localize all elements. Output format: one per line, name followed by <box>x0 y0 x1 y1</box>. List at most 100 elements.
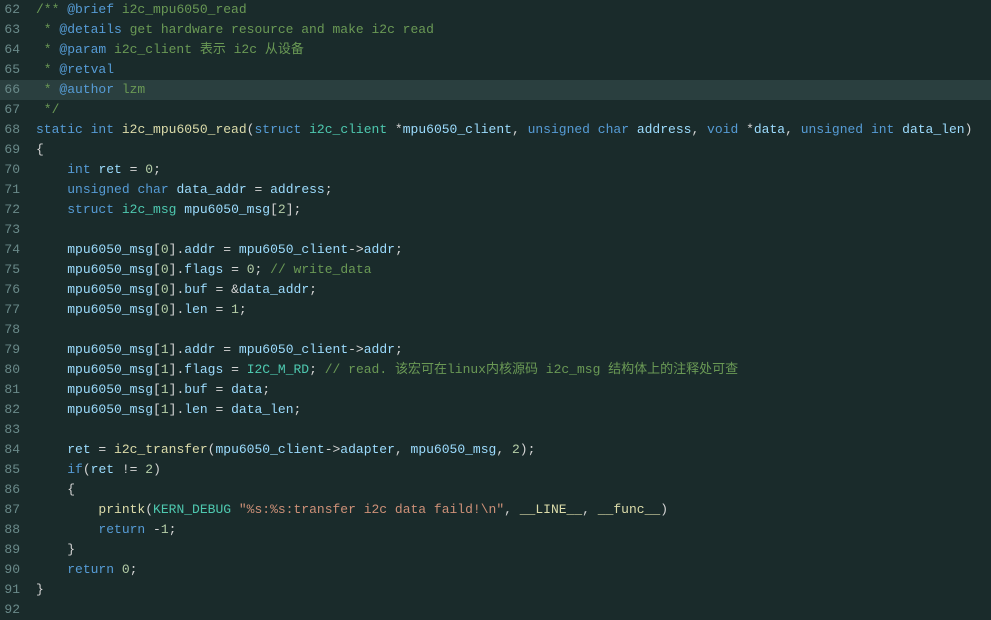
code-token: 1 <box>231 302 239 317</box>
code-token: __func__ <box>598 502 660 517</box>
code-token: "%s:%s:transfer i2c data faild!\n" <box>239 502 504 517</box>
code-token <box>36 402 67 417</box>
code-token <box>36 382 67 397</box>
code-token: -> <box>348 342 364 357</box>
line-content: * @details get hardware resource and mak… <box>36 20 983 40</box>
line-content: * @author lzm <box>36 80 983 100</box>
code-token: 2 <box>512 442 520 457</box>
code-token: addr <box>364 342 395 357</box>
code-token: unsigned <box>528 122 590 137</box>
code-token <box>36 482 67 497</box>
line-number: 82 <box>0 400 36 420</box>
code-token: return <box>98 522 145 537</box>
code-token: { <box>67 482 75 497</box>
code-token: = <box>208 402 231 417</box>
code-token <box>36 502 98 517</box>
line-number: 85 <box>0 460 36 480</box>
line-content: ret = i2c_transfer(mpu6050_client->adapt… <box>36 440 983 460</box>
code-token <box>36 522 98 537</box>
code-token: address <box>637 122 692 137</box>
code-token: = <box>216 342 239 357</box>
code-token: 0 <box>161 302 169 317</box>
table-row: 73 <box>0 220 991 240</box>
line-number: 65 <box>0 60 36 80</box>
code-token: static <box>36 122 83 137</box>
code-token: mpu6050_msg <box>67 342 153 357</box>
code-token <box>590 122 598 137</box>
code-token: @author <box>59 82 114 97</box>
code-token: ; <box>294 402 302 417</box>
line-content: return -1; <box>36 520 983 540</box>
code-token: mpu6050_msg <box>67 362 153 377</box>
code-token: , <box>691 122 707 137</box>
code-token: ; <box>130 562 138 577</box>
table-row: 89 } <box>0 540 991 560</box>
table-row: 75 mpu6050_msg[0].flags = 0; // write_da… <box>0 260 991 280</box>
code-token: @details <box>59 22 121 37</box>
code-token: [ <box>153 342 161 357</box>
code-token: = <box>223 262 246 277</box>
table-row: 68static int i2c_mpu6050_read(struct i2c… <box>0 120 991 140</box>
line-number: 84 <box>0 440 36 460</box>
line-number: 70 <box>0 160 36 180</box>
line-number: 68 <box>0 120 36 140</box>
code-token: @brief <box>67 2 114 17</box>
table-row: 91} <box>0 580 991 600</box>
line-content: { <box>36 140 983 160</box>
code-token: * <box>387 122 403 137</box>
line-content: mpu6050_msg[0].flags = 0; // write_data <box>36 260 983 280</box>
line-number: 83 <box>0 420 36 440</box>
code-token: 2 <box>145 462 153 477</box>
code-token: mpu6050_client <box>215 442 324 457</box>
code-token: mpu6050_client <box>403 122 512 137</box>
code-token: 0 <box>145 162 153 177</box>
line-content: } <box>36 540 983 560</box>
code-token: ; <box>325 182 333 197</box>
line-number: 77 <box>0 300 36 320</box>
code-token: [ <box>153 282 161 297</box>
table-row: 65 * @retval <box>0 60 991 80</box>
code-token <box>863 122 871 137</box>
line-number: 74 <box>0 240 36 260</box>
code-token: // read. 该宏可在linux内核源码 i2c_msg 结构体上的注释处可… <box>325 362 738 377</box>
line-content: if(ret != 2) <box>36 460 983 480</box>
code-token: ; <box>395 242 403 257</box>
code-token: data_addr <box>176 182 246 197</box>
line-number: 69 <box>0 140 36 160</box>
table-row: 76 mpu6050_msg[0].buf = &data_addr; <box>0 280 991 300</box>
code-token <box>36 442 67 457</box>
table-row: 69{ <box>0 140 991 160</box>
code-token: i2c_msg <box>122 202 177 217</box>
code-token <box>114 202 122 217</box>
code-token: = & <box>208 282 239 297</box>
code-token <box>36 542 67 557</box>
code-token: ; <box>309 362 317 377</box>
code-token: ; <box>153 162 161 177</box>
code-token: buf <box>184 382 207 397</box>
code-token: ; <box>239 302 247 317</box>
code-token: [ <box>153 302 161 317</box>
table-row: 66 * @author lzm <box>0 80 991 100</box>
code-token: 1 <box>161 342 169 357</box>
code-token: flags <box>184 262 223 277</box>
table-row: 67 */ <box>0 100 991 120</box>
code-token: } <box>36 582 44 597</box>
code-token: flags <box>184 362 223 377</box>
code-token <box>301 122 309 137</box>
code-token: address <box>270 182 325 197</box>
code-token: 0 <box>247 262 255 277</box>
line-number: 86 <box>0 480 36 500</box>
code-token: data <box>231 382 262 397</box>
code-token: { <box>36 142 44 157</box>
code-token: adapter <box>340 442 395 457</box>
line-content: mpu6050_msg[1].buf = data; <box>36 380 983 400</box>
code-token <box>36 342 67 357</box>
table-row: 85 if(ret != 2) <box>0 460 991 480</box>
line-content: mpu6050_msg[1].addr = mpu6050_client->ad… <box>36 340 983 360</box>
table-row: 83 <box>0 420 991 440</box>
code-token: * <box>36 42 59 57</box>
line-number: 90 <box>0 560 36 580</box>
code-token: unsigned <box>67 182 129 197</box>
code-token: * <box>36 22 59 37</box>
code-token: i2c_transfer <box>114 442 208 457</box>
